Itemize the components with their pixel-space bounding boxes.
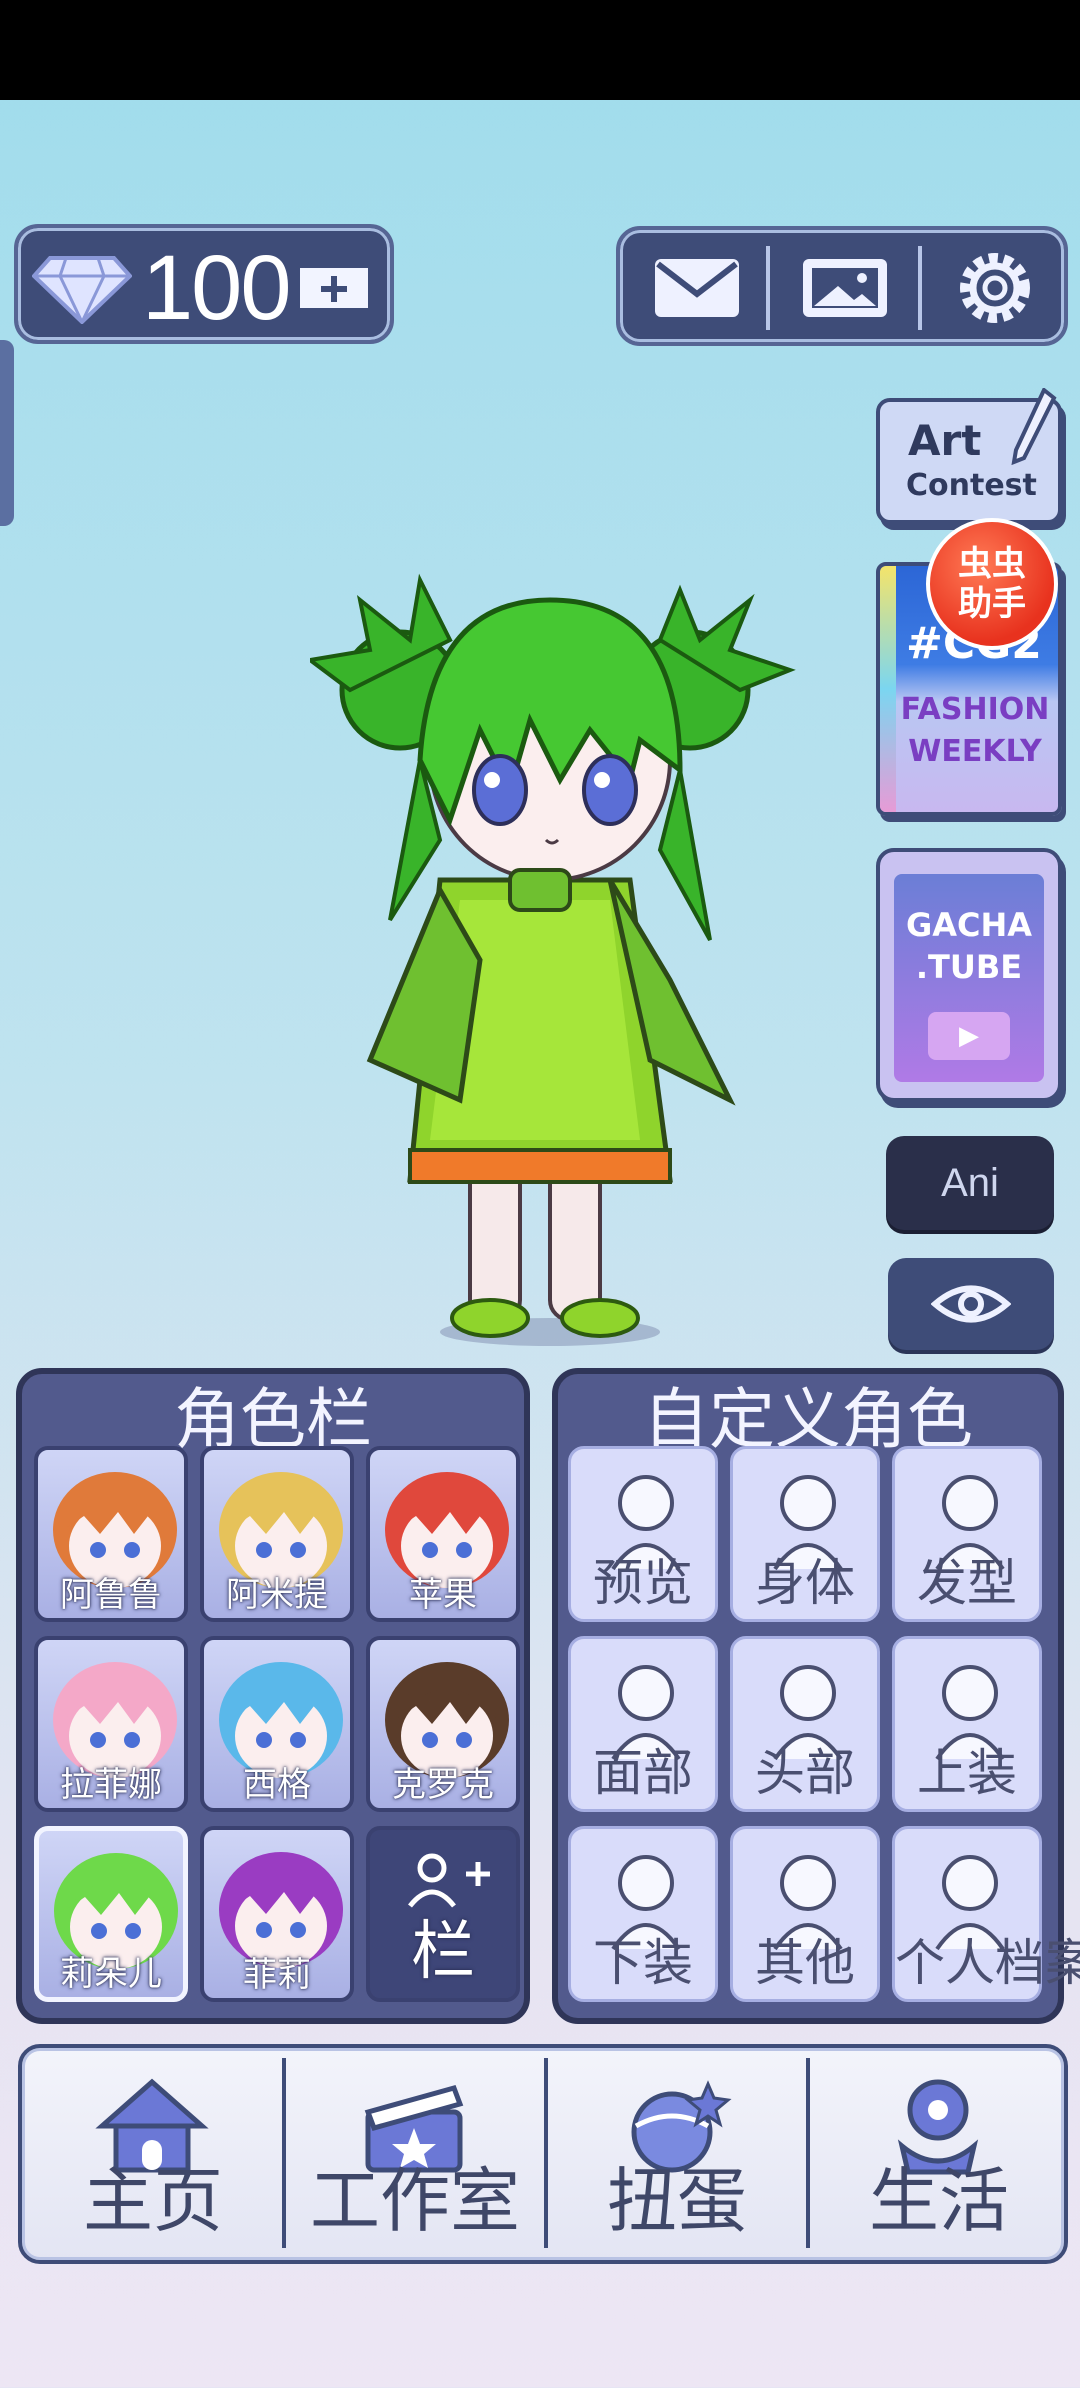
play-icon: ▶ (928, 1012, 1010, 1060)
customize-tile[interactable]: 下装 (568, 1826, 718, 2002)
diamond-icon (32, 256, 132, 324)
currency-panel: 100 (14, 224, 394, 344)
character-slot-label: 阿鲁鲁 (60, 1575, 162, 1615)
customize-tile-label: 头部 (755, 1744, 855, 1802)
decorative-stripe (880, 566, 896, 812)
nav-item[interactable]: 工作室 (284, 2048, 546, 2260)
character-slot-label: 苹果 (409, 1575, 477, 1615)
customize-tile[interactable]: 上装 (892, 1636, 1042, 1812)
bottom-navigation: 主页 工作室 扭蛋 生活 (18, 2044, 1068, 2264)
fashion-weekly-line1: FASHION (900, 692, 1050, 727)
status-bar (0, 0, 1080, 100)
nav-item[interactable]: 主页 (22, 2048, 284, 2260)
top-icon-panel (616, 226, 1068, 346)
customize-tile-label: 其他 (755, 1934, 855, 1992)
add-gems-icon[interactable] (294, 250, 374, 326)
customize-tile-label: 下装 (593, 1934, 693, 1992)
customize-tile[interactable]: 头部 (730, 1636, 880, 1812)
nav-item-label: 主页 (83, 2160, 223, 2242)
nav-item-label: 工作室 (310, 2160, 520, 2242)
customize-tile-label: 上装 (917, 1744, 1017, 1802)
customize-tile[interactable]: 个人档案 (892, 1826, 1080, 2002)
customize-tile-label: 身体 (755, 1554, 855, 1612)
character-slots-panel: 角色栏 阿鲁鲁 阿米提 苹果 拉菲娜 西格 克罗克 莉朵儿 菲莉栏 (16, 1368, 530, 2024)
character-slot[interactable]: 拉菲娜 (34, 1636, 188, 1812)
add-slot-label: 栏 (411, 1915, 475, 1989)
divider (918, 246, 922, 330)
gear-icon (960, 253, 1030, 323)
character-slot[interactable]: 莉朵儿 (34, 1826, 188, 2002)
art-contest-line1: Art (908, 416, 982, 465)
customize-tile-label: 个人档案 (895, 1934, 1080, 1992)
gacha-tube-button[interactable]: GACHA .TUBE ▶ (876, 848, 1062, 1102)
character-slot-label: 西格 (243, 1765, 311, 1805)
add-slot-button[interactable]: 栏 (366, 1826, 520, 2002)
character-slot[interactable]: 阿鲁鲁 (34, 1446, 188, 1622)
gacha-tube-line1: GACHA (905, 906, 1033, 944)
character-slot-label: 阿米提 (226, 1575, 328, 1615)
character-preview[interactable] (310, 540, 810, 1350)
customize-panel: 自定义角色 预览 身体 发型 面部 头部 上装 下装 其他 个人档案 (552, 1368, 1080, 2024)
art-contest-button[interactable]: Art Contest (876, 388, 1062, 524)
mail-icon (655, 259, 739, 317)
pencil-icon (1011, 388, 1057, 466)
character-slot-label: 菲莉 (243, 1955, 311, 1995)
customize-tile-label: 面部 (593, 1744, 693, 1802)
customize-tile[interactable]: 身体 (730, 1446, 880, 1622)
divider (766, 246, 770, 330)
customize-tile[interactable]: 其他 (730, 1826, 880, 2002)
assistant-badge[interactable]: 虫虫 助手 (926, 518, 1058, 650)
visibility-button[interactable] (888, 1258, 1054, 1350)
nav-item-label: 生活 (869, 2160, 1009, 2242)
gallery-icon (803, 259, 887, 317)
art-contest-line2: Contest (906, 468, 1037, 503)
settings-button[interactable] (930, 244, 1060, 332)
nav-item[interactable]: 生活 (808, 2048, 1070, 2260)
side-drawer-handle[interactable] (0, 340, 14, 526)
mail-button[interactable] (632, 244, 762, 332)
character-slot[interactable]: 阿米提 (200, 1446, 354, 1622)
character-slot-label: 莉朵儿 (60, 1954, 162, 1994)
badge-line2: 助手 (958, 584, 1026, 624)
eye-icon (931, 1285, 1011, 1323)
customize-tile-label: 预览 (593, 1554, 693, 1612)
character-slot[interactable]: 苹果 (366, 1446, 520, 1622)
nav-item-label: 扭蛋 (607, 2160, 747, 2242)
character-slot-label: 拉菲娜 (60, 1765, 162, 1805)
gem-count: 100 (142, 237, 291, 339)
character-slot-label: 克罗克 (392, 1765, 494, 1805)
character-slot[interactable]: 克罗克 (366, 1636, 520, 1812)
customize-tile-label: 发型 (917, 1554, 1017, 1612)
gacha-tube-line2: .TUBE (915, 948, 1023, 986)
nav-item[interactable]: 扭蛋 (546, 2048, 808, 2260)
customize-tile[interactable]: 预览 (568, 1446, 718, 1622)
gallery-button[interactable] (780, 244, 910, 332)
character-slot[interactable]: 西格 (200, 1636, 354, 1812)
customize-tile[interactable]: 发型 (892, 1446, 1042, 1622)
fashion-weekly-line2: WEEKLY (908, 734, 1042, 769)
character-slot[interactable]: 菲莉 (200, 1826, 354, 2002)
ani-button[interactable]: Ani (886, 1136, 1054, 1230)
customize-tile[interactable]: 面部 (568, 1636, 718, 1812)
badge-line1: 虫虫 (958, 544, 1026, 584)
